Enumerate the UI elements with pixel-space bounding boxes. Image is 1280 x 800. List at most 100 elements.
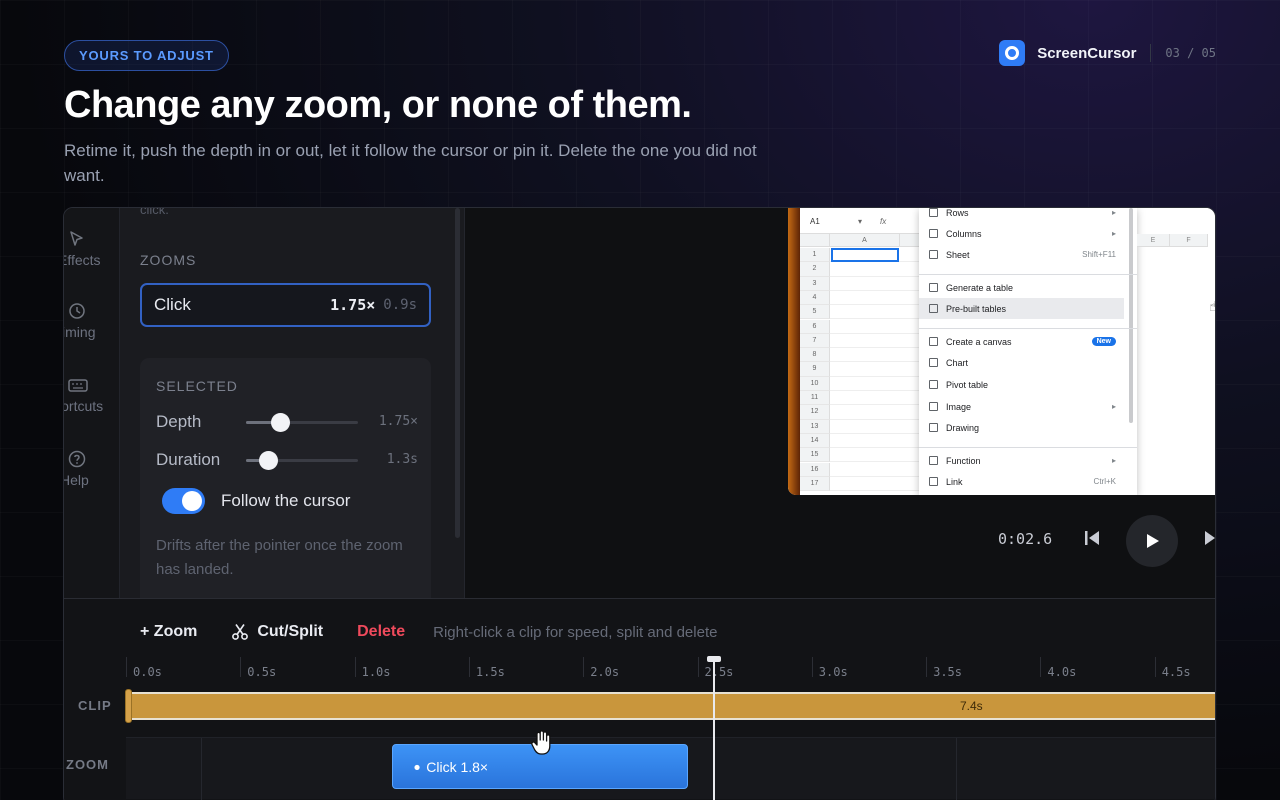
page-indicator: 03 / 05 — [1165, 46, 1216, 60]
panel-scrollbar[interactable] — [455, 208, 460, 538]
menu-item[interactable]: Rows ▸ — [919, 208, 1124, 223]
play-icon — [1147, 534, 1159, 548]
brand: ScreenCursor 03 / 05 — [999, 40, 1216, 66]
timeline-panel: + Zoom Cut/Split Delete Right-click a cl… — [64, 598, 1215, 800]
menu-item[interactable]: Columns ▸ — [919, 223, 1124, 244]
row-header: 4 — [800, 290, 830, 306]
sheet-cell-row — [830, 319, 926, 334]
keyboard-icon — [68, 379, 88, 392]
sheet-cell-row — [830, 476, 926, 492]
settings-panel: click. ZOOMS Click 1.75× 0.9s SELECTED D… — [120, 208, 465, 598]
sheet-cell-row — [830, 262, 926, 277]
sheet-cell-row — [830, 348, 926, 363]
menu-item-shortcut: Ctrl+K — [1093, 477, 1116, 486]
sheet-cell-row — [830, 391, 926, 406]
delete-button[interactable]: Delete — [357, 623, 405, 641]
menu-item-icon — [929, 380, 938, 389]
sidebar-item-timing[interactable]: Timing — [64, 302, 119, 340]
clip-row-label: CLIP — [78, 698, 112, 713]
menu-item[interactable]: Function ▸ — [919, 450, 1124, 471]
add-zoom-button[interactable]: + Zoom — [140, 623, 197, 641]
row-header: 13 — [800, 419, 830, 434]
menu-item[interactable]: Sheet Shift+F11 — [919, 244, 1124, 265]
menu-item-icon — [929, 229, 938, 238]
depth-slider-knob[interactable] — [270, 413, 290, 432]
sheet-cell-row — [830, 462, 926, 477]
menu-item[interactable]: Pivot table — [919, 374, 1124, 395]
eyebrow-badge: YOURS TO ADJUST — [64, 40, 229, 71]
play-button[interactable] — [1126, 515, 1178, 567]
menu-item[interactable]: Chart — [919, 352, 1124, 373]
sheet-cell-row — [830, 433, 926, 449]
row-header: 7 — [800, 333, 830, 349]
clip-start-handle[interactable] — [125, 689, 132, 723]
sidebar-item-label: Shortcuts — [64, 398, 104, 414]
follow-cursor-toggle[interactable] — [162, 488, 205, 514]
menu-item[interactable]: Create a canvas New — [919, 331, 1124, 352]
sheet-columns-right: E F — [1137, 234, 1208, 495]
ruler-tick-label: 1.0s — [361, 665, 391, 679]
menu-item[interactable]: Generate a table — [919, 277, 1124, 298]
sidebar-item-shortcuts[interactable]: Shortcuts — [64, 376, 119, 414]
zoom-track-gridline — [956, 738, 957, 800]
zooms-section-title: ZOOMS — [140, 252, 197, 268]
menu-item-shortcut: ▸ — [1111, 456, 1116, 465]
menu-item-label: Function — [946, 455, 981, 466]
menu-scrollbar — [1129, 208, 1133, 423]
menu-item-label: Generate a table — [946, 282, 1014, 293]
ruler-tick — [926, 657, 928, 677]
menu-item[interactable]: Link Ctrl+K — [919, 471, 1124, 492]
video-stage: A1 ▾ fx A 1 2 3 4 5 6 7 8 9 10 11 12 13 14 15 16 17 Rows… — [465, 208, 1216, 598]
zoom-track: ● Click 1.8× — [126, 737, 1215, 800]
duration-slider-knob[interactable] — [259, 451, 279, 470]
depth-slider[interactable] — [246, 413, 358, 432]
app-window: Effects Timing Shortcuts Help click. ZOO… — [63, 207, 1216, 800]
sidebar-item-effects[interactable]: Effects — [64, 230, 119, 268]
preview-edge — [788, 208, 800, 495]
ruler-tick-label: 0.5s — [247, 665, 277, 679]
menu-item-icon — [929, 477, 938, 486]
menu-item-icon — [929, 423, 938, 432]
follow-cursor-row: Follow the cursor — [162, 488, 350, 514]
clip-bar[interactable]: 7.4s — [125, 689, 1215, 723]
cursor-arrow-icon — [70, 231, 83, 246]
sheet-cell-row — [830, 448, 926, 463]
selected-section-title: SELECTED — [156, 378, 238, 394]
skip-forward-icon[interactable] — [1203, 529, 1216, 547]
sheet-cell-row — [830, 290, 926, 306]
pointer-hand-icon: ☝ — [1209, 298, 1215, 315]
help-circle-icon — [68, 450, 86, 468]
menu-item-label: Drawing — [946, 422, 980, 433]
sheet-cell-row — [830, 405, 926, 420]
row-header: 16 — [800, 462, 830, 477]
sidebar-item-help[interactable]: Help — [64, 450, 119, 488]
playback-time: 0:02.6 — [998, 530, 1053, 548]
menu-item-label: Pre-built tables — [946, 303, 1007, 314]
sheet-cell-row — [830, 376, 926, 391]
menu-item[interactable]: Pre-built tables — [919, 298, 1124, 319]
zoom-item-name: Click — [154, 295, 191, 314]
menu-item-icon — [929, 283, 938, 292]
sidebar-item-label: Effects — [64, 252, 101, 268]
row-header: 5 — [800, 305, 830, 320]
brand-name: ScreenCursor — [1037, 44, 1137, 62]
menu-item[interactable]: Drawing — [919, 417, 1124, 438]
cut-split-button[interactable]: Cut/Split — [231, 623, 323, 641]
menu-item-icon — [929, 250, 938, 259]
skip-back-icon[interactable] — [1083, 529, 1101, 547]
menu-item-label: Image — [946, 401, 972, 412]
follow-cursor-label: Follow the cursor — [221, 491, 351, 510]
menu-item[interactable]: Image ▸ — [919, 396, 1124, 417]
depth-label: Depth — [156, 412, 202, 431]
menu-item-label: Columns — [946, 228, 982, 239]
grab-hand-icon — [531, 730, 551, 755]
playhead[interactable] — [713, 657, 715, 800]
clipped-text: click. — [140, 208, 169, 217]
row-header: 12 — [800, 405, 830, 420]
sidebar-rail: Effects Timing Shortcuts Help — [64, 208, 120, 598]
video-preview: A1 ▾ fx A 1 2 3 4 5 6 7 8 9 10 11 12 13 14 15 16 17 Rows… — [788, 208, 1215, 495]
duration-slider[interactable] — [246, 451, 358, 470]
row-header: 11 — [800, 391, 830, 406]
ruler-tick — [468, 657, 470, 677]
zoom-list-item[interactable]: Click 1.75× 0.9s — [140, 283, 431, 327]
